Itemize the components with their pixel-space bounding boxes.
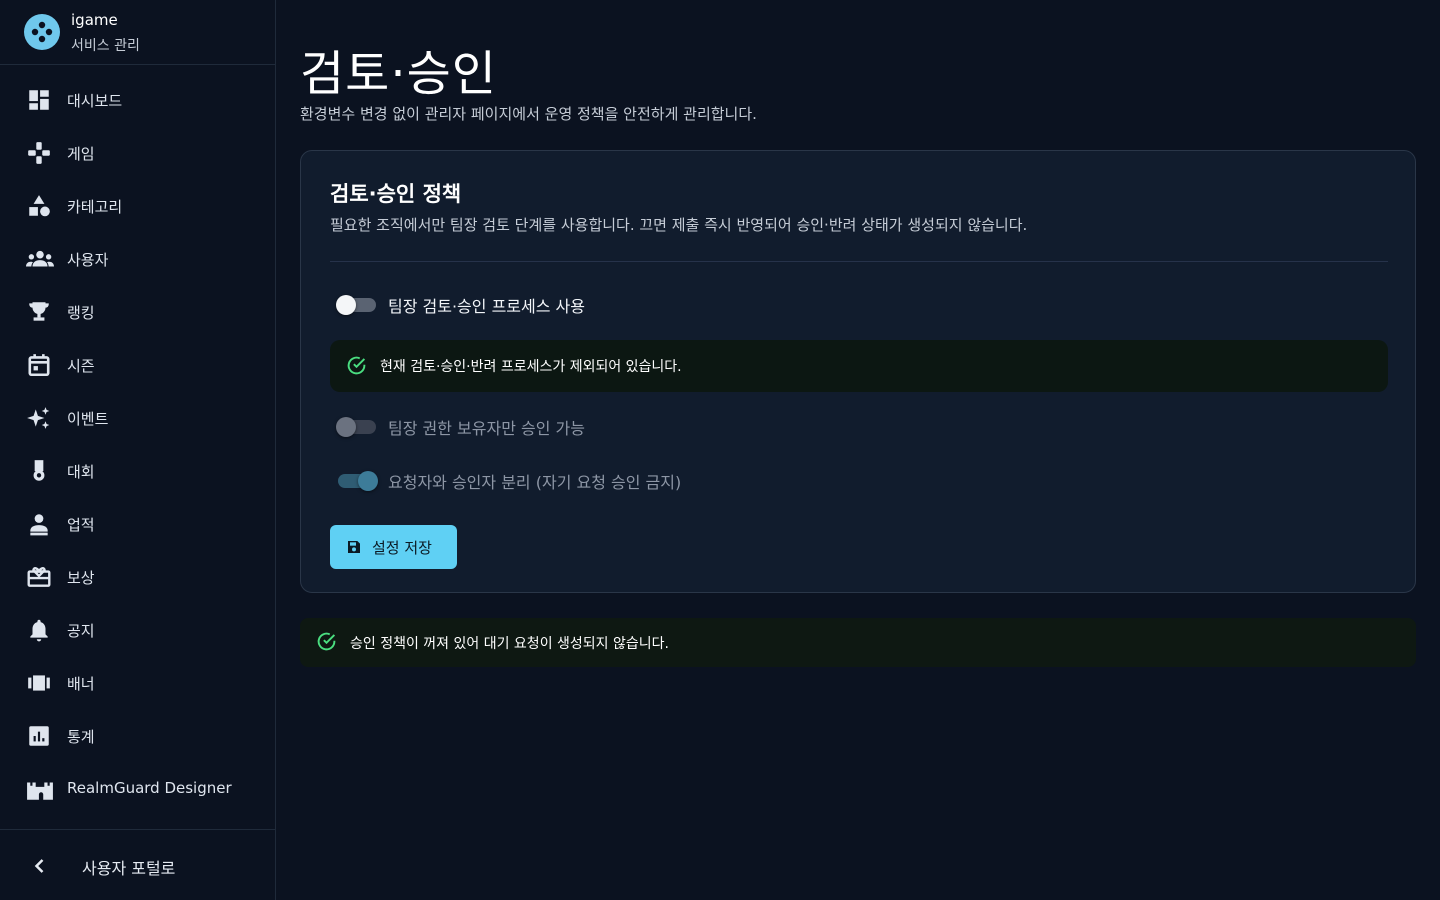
separation-switch[interactable] [338, 471, 378, 491]
sidebar-item-label: 시즌 [67, 357, 95, 375]
toggle-row-separation: 요청자와 승인자 분리 (자기 요청 승인 금지) [338, 468, 1038, 496]
dashboard-icon [26, 87, 54, 113]
page-title: 검토·승인 [300, 46, 497, 102]
switch-knob [358, 471, 378, 491]
category-icon [26, 193, 54, 219]
main-content: 검토·승인 환경변수 변경 없이 관리자 페이지에서 운영 정책을 안전하게 관… [300, 0, 1416, 900]
toggle-label: 팀장 권한 보유자만 승인 가능 [388, 419, 585, 438]
sidebar-item-games[interactable]: 게임 [0, 126, 275, 179]
status-message-text: 승인 정책이 꺼져 있어 대기 요청이 생성되지 않습니다. [350, 636, 669, 652]
sidebar-item-label: 대시보드 [67, 92, 123, 110]
save-button-label: 설정 저장 [372, 539, 432, 557]
approval-process-switch[interactable] [336, 295, 376, 315]
users-icon [26, 246, 54, 272]
sidebar-item-label: 배너 [67, 675, 95, 693]
sidebar-item-season[interactable]: 시즌 [0, 338, 275, 391]
sidebar-item-label: 대회 [67, 463, 95, 481]
sidebar-item-event[interactable]: 이벤트 [0, 391, 275, 444]
toggle-row-leader-only: 팀장 권한 보유자만 승인 가능 [336, 414, 1038, 442]
sidebar-item-reward[interactable]: 보상 [0, 550, 275, 603]
sidebar-item-label: 이벤트 [67, 410, 109, 428]
sidebar-item-statistics[interactable]: 통계 [0, 709, 275, 762]
sidebar-footer: 사용자 포털로 [0, 829, 275, 900]
chevron-left-icon [30, 856, 50, 880]
toggle-label: 요청자와 승인자 분리 (자기 요청 승인 금지) [388, 473, 682, 492]
divider [330, 261, 1388, 262]
sidebar-item-ranking[interactable]: 랭킹 [0, 285, 275, 338]
sidebar-item-users[interactable]: 사용자 [0, 232, 275, 285]
sidebar: igame 서비스 관리 대시보드 게임 카테고리 사용자 랭킹 시즌 이벤트 … [0, 0, 276, 900]
brand-header[interactable]: igame 서비스 관리 [0, 0, 275, 65]
trophy-icon [26, 299, 54, 325]
gamepad-logo-icon [24, 14, 60, 50]
castle-icon [26, 776, 54, 802]
toggle-row-approval-process: 팀장 검토·승인 프로세스 사용 [336, 292, 1038, 320]
switch-knob [336, 295, 356, 315]
toggle-label: 팀장 검토·승인 프로세스 사용 [388, 297, 585, 316]
sidebar-item-label: 통계 [67, 728, 95, 746]
switch-knob [336, 417, 356, 437]
bell-icon [26, 617, 54, 643]
check-circle-icon [346, 355, 367, 380]
sidebar-item-banner[interactable]: 배너 [0, 656, 275, 709]
sidebar-item-label: 랭킹 [67, 304, 95, 322]
sparkle-icon [26, 405, 54, 431]
sidebar-item-notice[interactable]: 공지 [0, 603, 275, 656]
leader-only-switch[interactable] [336, 417, 376, 437]
page-subtitle: 환경변수 변경 없이 관리자 페이지에서 운영 정책을 안전하게 관리합니다. [300, 105, 757, 123]
gift-icon [26, 564, 54, 590]
save-icon [346, 539, 362, 559]
brand-subtitle: 서비스 관리 [71, 38, 140, 54]
sidebar-item-label: RealmGuard Designer [67, 779, 232, 797]
medal-icon [26, 458, 54, 484]
user-portal-link[interactable]: 사용자 포털로 [0, 830, 275, 900]
sidebar-item-realmguard[interactable]: RealmGuard Designer [0, 762, 275, 815]
sidebar-item-category[interactable]: 카테고리 [0, 179, 275, 232]
sidebar-item-label: 카테고리 [67, 198, 123, 216]
banner-icon [26, 670, 54, 696]
approval-policy-card: 검토·승인 정책 필요한 조직에서만 팀장 검토 단계를 사용합니다. 끄면 제… [300, 150, 1416, 593]
calendar-icon [26, 352, 54, 378]
status-message: 승인 정책이 꺼져 있어 대기 요청이 생성되지 않습니다. [300, 618, 1416, 667]
sidebar-item-label: 업적 [67, 516, 95, 534]
info-alert: 현재 검토·승인·반려 프로세스가 제외되어 있습니다. [330, 340, 1388, 392]
gamepad-icon [26, 140, 54, 166]
achievement-icon [26, 511, 54, 537]
sidebar-item-tournament[interactable]: 대회 [0, 444, 275, 497]
info-alert-text: 현재 검토·승인·반려 프로세스가 제외되어 있습니다. [380, 359, 682, 375]
sidebar-item-label: 게임 [67, 145, 95, 163]
sidebar-item-label: 공지 [67, 622, 95, 640]
card-description: 필요한 조직에서만 팀장 검토 단계를 사용합니다. 끄면 제출 즉시 반영되어… [330, 216, 1028, 234]
card-title: 검토·승인 정책 [330, 182, 462, 206]
sidebar-item-label: 보상 [67, 569, 95, 587]
brand-name: igame [71, 11, 118, 29]
sidebar-item-label: 사용자 [67, 251, 109, 269]
stats-icon [26, 723, 54, 749]
sidebar-item-achievement[interactable]: 업적 [0, 497, 275, 550]
check-circle-icon [316, 631, 337, 656]
user-portal-label: 사용자 포털로 [82, 859, 176, 878]
sidebar-item-dashboard[interactable]: 대시보드 [0, 73, 275, 126]
save-settings-button[interactable]: 설정 저장 [330, 525, 457, 569]
